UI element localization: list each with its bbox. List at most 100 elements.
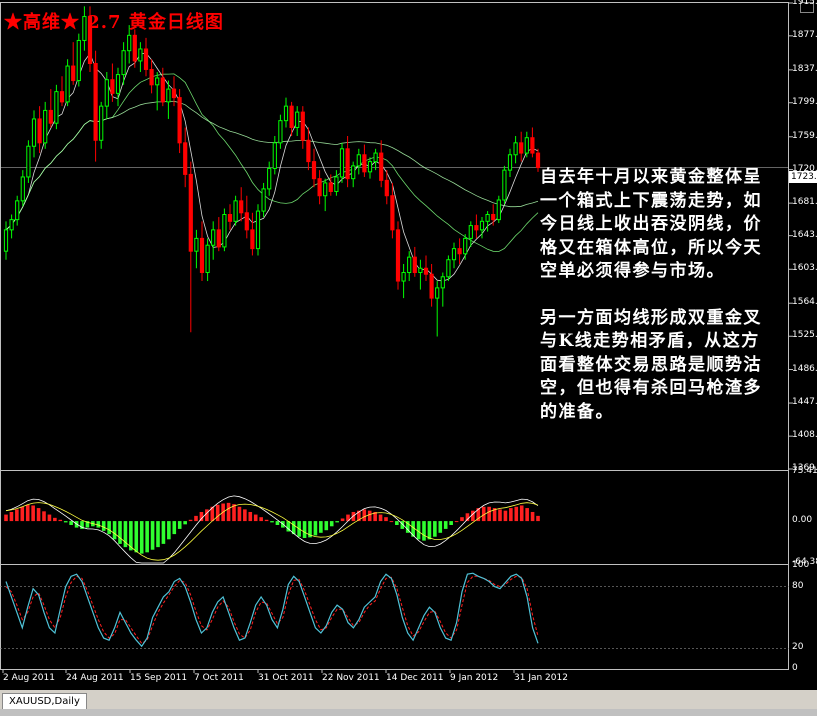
macd-bar xyxy=(31,505,35,522)
candle-body xyxy=(15,200,20,221)
candle-body xyxy=(199,237,205,274)
candle-body xyxy=(93,62,98,141)
date-tick-label: 31 Oct 2011 xyxy=(258,673,314,683)
macd-bar xyxy=(20,506,25,522)
candle-body xyxy=(216,229,221,248)
candle-body xyxy=(37,118,42,144)
tab-xauusd-daily[interactable]: XAUUSD,Daily xyxy=(2,693,87,710)
macd-bar xyxy=(205,509,209,522)
candle-body xyxy=(300,111,305,141)
candle-body xyxy=(435,287,440,299)
macd-bar xyxy=(319,521,323,533)
macd-signal-line xyxy=(5,502,539,561)
candle-body xyxy=(362,154,367,173)
macd-bar xyxy=(427,521,432,540)
macd-bar xyxy=(36,508,41,522)
price-tick-label: 1799.0 xyxy=(792,96,817,107)
candle-body xyxy=(71,65,76,82)
macd-tick-label: 0.00 xyxy=(792,515,813,526)
candle-body xyxy=(121,50,126,76)
date-tick-label: 31 Jan 2012 xyxy=(514,673,568,683)
price-tick-label: 1837.5 xyxy=(792,63,817,74)
candle-body xyxy=(524,137,529,154)
candle-body xyxy=(43,109,48,144)
macd-bar xyxy=(395,521,399,525)
candle-body xyxy=(283,105,289,122)
price-tick-label: 1447.0 xyxy=(792,397,817,408)
ma5-line xyxy=(5,52,539,282)
candle-body xyxy=(412,256,417,274)
candle-body xyxy=(222,214,227,248)
candle-body xyxy=(239,200,244,214)
candle-body xyxy=(138,48,143,62)
horizontal-scrollbar[interactable] xyxy=(0,709,817,716)
macd-bar xyxy=(438,521,443,533)
candle-body xyxy=(132,34,137,62)
candle-body xyxy=(418,267,423,274)
candle-body xyxy=(485,214,490,222)
macd-bar xyxy=(259,517,263,522)
candle-body xyxy=(474,225,479,231)
macd-bar xyxy=(536,515,540,522)
price-tick-label: 1877.4 xyxy=(792,29,817,40)
candle-body xyxy=(194,237,199,252)
macd-bar xyxy=(302,521,307,539)
macd-bar xyxy=(167,521,171,540)
macd-bar xyxy=(134,521,139,553)
candle-body xyxy=(479,220,485,231)
candle-body xyxy=(31,118,37,147)
candle-body xyxy=(183,142,188,175)
macd-bar xyxy=(503,510,508,522)
macd-bar xyxy=(264,519,269,522)
macd-bar xyxy=(509,508,513,522)
candle-body xyxy=(261,188,266,212)
candle-body xyxy=(384,179,389,197)
macd-bar xyxy=(4,514,8,522)
macd-bar xyxy=(226,502,231,522)
macd-bar xyxy=(514,506,519,522)
stoch-tick-label: 0 xyxy=(792,663,798,673)
stoch-tick-label: 100 xyxy=(792,560,810,570)
macd-bar xyxy=(443,521,448,529)
candle-body xyxy=(451,248,457,261)
candle-body xyxy=(255,210,261,250)
candle-body xyxy=(143,48,149,70)
annotation-paragraph-2: 另一方面均线形成双重金叉与K线走势相矛盾，从这方面看整体交易思路是顺势沽空，但也… xyxy=(540,307,762,422)
macd-bar xyxy=(433,521,437,537)
macd-bar xyxy=(422,521,426,541)
candle-body xyxy=(272,142,277,169)
candle-body xyxy=(48,109,53,124)
macd-line xyxy=(5,495,539,564)
candle-body xyxy=(211,229,216,246)
macd-bar xyxy=(465,513,470,522)
macd-bar xyxy=(313,521,318,536)
candle-body xyxy=(429,273,434,299)
candle-body xyxy=(278,120,283,144)
macd-bar xyxy=(145,521,149,553)
macd-bar xyxy=(525,508,529,522)
date-tick-label: 7 Oct 2011 xyxy=(194,673,244,683)
candle-body xyxy=(26,145,31,178)
macd-bar xyxy=(384,517,388,522)
candle-body xyxy=(110,79,115,94)
macd-bar xyxy=(324,521,329,531)
macd-bar xyxy=(194,515,198,522)
candle-body xyxy=(65,65,70,103)
candle-body xyxy=(334,176,339,192)
candle-body xyxy=(227,214,233,222)
price-tick-label: 1643.2 xyxy=(792,229,817,240)
candle-body xyxy=(205,244,210,274)
macd-bar xyxy=(42,511,46,522)
candle-body xyxy=(20,176,25,202)
price-tick-label: 1525.3 xyxy=(792,330,817,341)
candle-body xyxy=(3,229,9,252)
macd-bar xyxy=(107,521,111,535)
macd-bar xyxy=(237,506,242,522)
macd-bar xyxy=(487,506,491,522)
macd-bar xyxy=(449,521,453,525)
candle-body xyxy=(457,248,462,255)
candle-body xyxy=(9,219,14,231)
date-tick-label: 24 Aug 2011 xyxy=(66,673,124,683)
date-tick-label: 9 Jan 2012 xyxy=(450,673,499,683)
macd-bar xyxy=(172,521,177,535)
